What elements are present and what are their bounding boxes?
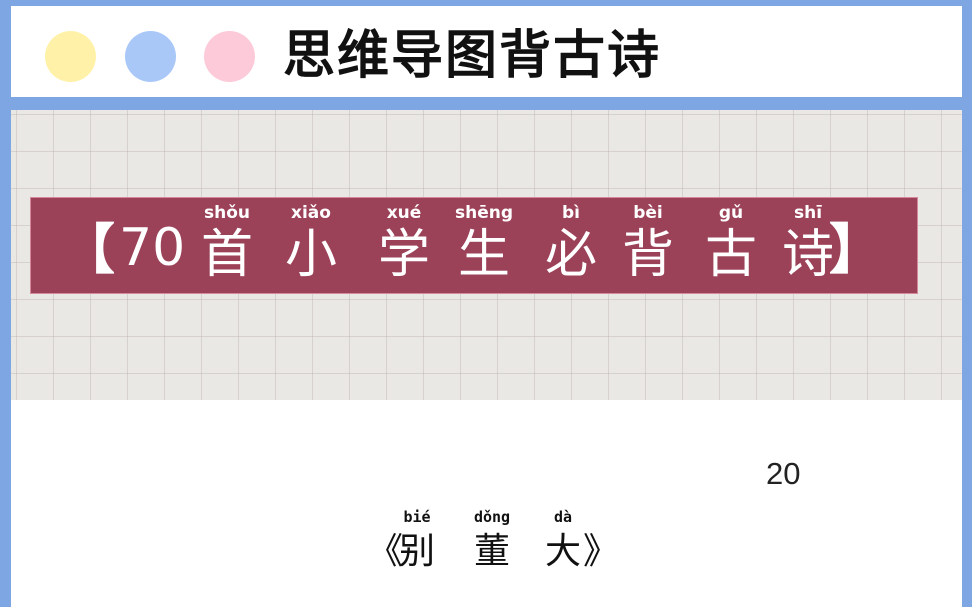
banner-pinyin: xué (386, 203, 422, 223)
poem-title-char: bié 别 (387, 504, 447, 574)
poem-title-hanzi: 董 (473, 531, 510, 572)
open-bracket: 【 (61, 218, 115, 281)
banner-char: shǒu 首 (187, 198, 267, 286)
banner-hanzi: 古 (704, 225, 757, 285)
blue-dot-icon (125, 31, 176, 82)
close-guillemet: 》 (583, 531, 620, 572)
grid-paper-area: 【 70 shǒu 首 xiǎo 小 xué 学 shēng 生 bì 必 bè… (11, 110, 962, 400)
poem-count: 70 (119, 218, 186, 278)
poem-title-hanzi: 别 (398, 531, 435, 572)
poem-title-pinyin: bié (403, 508, 431, 526)
banner-char: bèi 背 (608, 198, 688, 286)
poem-page: 20 《 bié 别 dǒng 董 dà 大 》 (11, 400, 962, 607)
banner-pinyin: xiǎo (291, 203, 331, 223)
banner-hanzi: 首 (200, 225, 253, 285)
banner-hanzi: 小 (284, 225, 337, 285)
poem-title-char: dǒng 董 (462, 504, 522, 574)
banner-pinyin: gǔ (718, 203, 744, 223)
banner-char: shēng 生 (444, 198, 524, 286)
page-title: 思维导图背古诗 (283, 26, 662, 86)
poem-title-pinyin: dà (553, 508, 573, 526)
poem-title-pinyin: dǒng (473, 508, 511, 526)
banner-char: xiǎo 小 (271, 198, 351, 286)
page-number: 20 (766, 456, 801, 491)
collection-banner: 【 70 shǒu 首 xiǎo 小 xué 学 shēng 生 bì 必 bè… (31, 198, 917, 293)
banner-char: xué 学 (364, 198, 444, 286)
banner-char: gǔ 古 (691, 198, 771, 286)
banner-hanzi: 生 (457, 225, 510, 285)
banner-char: bì 必 (531, 198, 611, 286)
banner-hanzi: 学 (377, 225, 430, 285)
header-bar: 思维导图背古诗 (11, 6, 962, 97)
pink-dot-icon (204, 31, 255, 82)
yellow-dot-icon (45, 31, 96, 82)
close-bracket: 】 (829, 218, 883, 281)
banner-pinyin: bèi (633, 203, 663, 223)
banner-pinyin: shǒu (203, 203, 250, 223)
banner-hanzi: 背 (621, 225, 674, 285)
banner-hanzi: 必 (544, 225, 597, 285)
banner-pinyin: shēng (454, 203, 514, 223)
banner-pinyin: bì (562, 203, 580, 223)
